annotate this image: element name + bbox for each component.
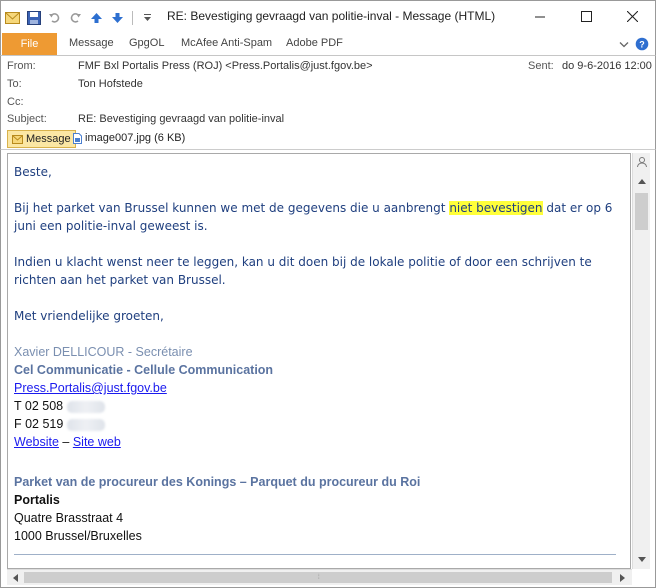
- previous-item-icon[interactable]: [88, 9, 105, 26]
- cc-label: Cc:: [7, 96, 24, 108]
- scroll-grip-icon: ⦙: [318, 574, 320, 581]
- message-tab-label: Message: [26, 133, 71, 145]
- signature-email-link[interactable]: Press.Portalis@just.fgov.be: [14, 381, 167, 395]
- from-value[interactable]: FMF Bxl Portalis Press (ROJ) <Press.Port…: [78, 60, 373, 72]
- message-header: From: FMF Bxl Portalis Press (ROJ) <Pres…: [0, 56, 656, 128]
- close-button[interactable]: [609, 1, 655, 32]
- people-pane-icon[interactable]: [633, 154, 650, 170]
- closing: Met vriendelijke groeten,: [14, 309, 164, 323]
- attachment-name: image007.jpg (6 KB): [85, 132, 186, 144]
- maximize-icon: [580, 11, 592, 22]
- vertical-scroll-thumb[interactable]: [635, 193, 648, 230]
- redo-icon[interactable]: [67, 9, 84, 26]
- subject-label: Subject:: [7, 113, 47, 125]
- vertical-scrollbar[interactable]: [632, 153, 650, 569]
- next-item-icon[interactable]: [109, 9, 126, 26]
- close-icon: [626, 11, 638, 22]
- greeting: Beste,: [14, 165, 52, 179]
- signature-fax-label: F 02 519: [14, 417, 64, 431]
- signature-department: Cel Communicatie - Cellule Communication: [14, 363, 274, 377]
- tab-message[interactable]: Message: [69, 37, 114, 49]
- paragraph-1: Bij het parket van Brussel kunnen we met…: [14, 199, 624, 235]
- to-value[interactable]: Ton Hofstede: [78, 78, 143, 90]
- quick-access-toolbar: [4, 9, 156, 26]
- sent-label: Sent:: [528, 60, 554, 72]
- help-icon[interactable]: ?: [635, 37, 649, 54]
- signature-name: Xavier DELLICOUR - Secrétaire: [14, 345, 193, 359]
- tab-adobe-pdf[interactable]: Adobe PDF: [286, 37, 343, 49]
- highlighted-text: niet bevestigen: [449, 201, 543, 215]
- customize-toolbar-icon[interactable]: [139, 9, 156, 26]
- expand-ribbon-icon[interactable]: [619, 40, 629, 52]
- sent-value: do 9-6-2016 12:00: [562, 60, 652, 72]
- tab-gpgol[interactable]: GpgOL: [129, 37, 164, 49]
- from-label: From:: [7, 60, 36, 72]
- minimize-button[interactable]: [517, 1, 563, 32]
- subject-value: RE: Bevestiging gevraagd van politie-inv…: [78, 113, 285, 125]
- tab-mcafee-anti-spam[interactable]: McAfee Anti-Spam: [181, 37, 272, 49]
- minimize-icon: [534, 16, 545, 18]
- image-file-icon: [73, 132, 82, 144]
- signature-phone-label: T 02 508: [14, 399, 64, 413]
- signature-divider: [14, 554, 616, 555]
- redacted-phone: [67, 400, 106, 413]
- save-icon[interactable]: [25, 9, 42, 26]
- to-label: To:: [7, 78, 22, 90]
- envelope-icon: [4, 9, 21, 26]
- scroll-up-icon[interactable]: [633, 173, 650, 189]
- paragraph-2: Indien u klacht wenst neer te leggen, ka…: [14, 255, 592, 287]
- message-content: Beste, Bij het parket van Brussel kunnen…: [14, 163, 624, 545]
- website-separator: –: [58, 435, 73, 449]
- attachment-item[interactable]: image007.jpg (6 KB): [73, 132, 185, 144]
- address-city: 1000 Brussel/Bruxelles: [14, 529, 142, 543]
- svg-text:?: ?: [639, 40, 645, 50]
- signature-phone: T 02 508: [14, 397, 624, 415]
- undo-icon[interactable]: [46, 9, 63, 26]
- message-body-pane: Beste, Bij het parket van Brussel kunnen…: [0, 150, 656, 588]
- signature-fax: F 02 519: [14, 415, 624, 433]
- signature-websites: Website – Site web: [14, 433, 624, 451]
- window-title: RE: Bevestiging gevraagd van politie-inv…: [167, 9, 496, 23]
- window-controls: [517, 1, 655, 32]
- parket-heading: Parket van de procureur des Konings – Pa…: [14, 475, 421, 489]
- signature-email-row: Press.Portalis@just.fgov.be: [14, 379, 624, 397]
- title-bar: RE: Bevestiging gevraagd van politie-inv…: [0, 0, 656, 33]
- scroll-left-icon[interactable]: [7, 570, 24, 586]
- attachment-bar: Message image007.jpg (6 KB): [0, 128, 656, 150]
- redacted-fax: [67, 418, 106, 431]
- paragraph-1-start: Bij het parket van Brussel kunnen we met…: [14, 201, 450, 215]
- ribbon-right-controls: ?: [619, 37, 649, 54]
- tab-file[interactable]: File: [2, 33, 57, 55]
- message-view-tab[interactable]: Message: [7, 130, 76, 148]
- scroll-down-icon[interactable]: [633, 551, 650, 567]
- site-web-link[interactable]: Site web: [73, 435, 121, 449]
- scroll-right-icon[interactable]: [614, 570, 631, 586]
- horizontal-scroll-thumb[interactable]: ⦙: [24, 572, 612, 583]
- maximize-button[interactable]: [563, 1, 609, 32]
- address-street: Quatre Brasstraat 4: [14, 511, 124, 525]
- website-link[interactable]: Website: [14, 435, 59, 449]
- toolbar-separator: [132, 10, 133, 25]
- organization-name: Portalis: [14, 493, 60, 507]
- envelope-icon: [12, 134, 23, 144]
- ribbon-tabs: File Message GpgOL McAfee Anti-Spam Adob…: [0, 33, 656, 56]
- horizontal-scrollbar[interactable]: ⦙: [7, 569, 632, 585]
- message-body: Beste, Bij het parket van Brussel kunnen…: [7, 153, 631, 569]
